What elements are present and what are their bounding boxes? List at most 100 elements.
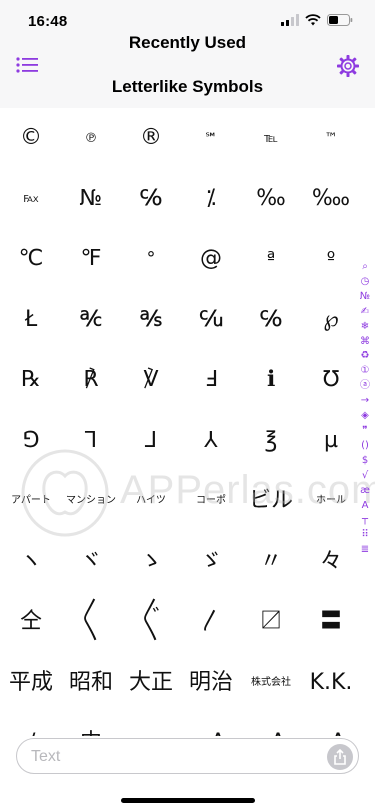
symbol-cell[interactable]: ℡ <box>241 108 301 168</box>
symbol-cell[interactable]: ℃ <box>1 229 61 289</box>
symbol-cell[interactable]: µ <box>301 411 361 471</box>
index-item[interactable]: √ <box>357 469 373 484</box>
header: Recently Used Letterlike Symbols <box>0 28 375 108</box>
symbol-cell[interactable]: ℆ <box>181 290 241 350</box>
category-index-bar[interactable]: ⌕ ◷ № ✍ ❄ ⌘ ♻ ① ⓐ → ◈ ❞() $ √ æ A ┬ ⠿ ≣ <box>357 260 373 558</box>
page-title: Recently Used <box>128 33 247 52</box>
symbol-cell[interactable]: ハイツ <box>121 471 181 531</box>
home-indicator <box>121 798 255 803</box>
index-item[interactable]: ◷ <box>357 275 373 290</box>
symbol-cell[interactable]: ⁒ <box>181 169 241 229</box>
symbol-cell[interactable]: @ <box>181 229 241 289</box>
index-item[interactable]: → <box>357 394 373 409</box>
symbol-cell[interactable]: μA <box>301 713 361 737</box>
symbol-cell[interactable]: ヽ <box>1 532 61 592</box>
symbol-cell[interactable]: ℁ <box>121 290 181 350</box>
index-item[interactable]: ┬ <box>357 513 373 528</box>
text-input[interactable] <box>29 739 323 775</box>
index-item[interactable]: ① <box>357 364 373 379</box>
index-item[interactable]: ⌘ <box>357 335 373 350</box>
symbol-cell[interactable]: ‰ <box>241 169 301 229</box>
symbol-cell[interactable]: ℧ <box>301 350 361 410</box>
signal-icon <box>281 14 299 26</box>
symbol-cell[interactable]: 〳 <box>181 592 241 652</box>
symbol-cell[interactable]: Ⅎ <box>181 350 241 410</box>
symbol-cell[interactable]: 昭和 <box>61 653 121 713</box>
gear-icon <box>337 55 359 77</box>
symbol-cell[interactable]: ℀ <box>61 290 121 350</box>
index-item[interactable]: A <box>357 499 373 514</box>
symbol-cell[interactable]: № <box>61 169 121 229</box>
symbol-cell[interactable]: ホール <box>301 471 361 531</box>
symbol-cell[interactable]: 〃 <box>241 532 301 592</box>
symbol-cell[interactable]: 中 <box>61 713 121 737</box>
symbol-cell[interactable]: ℅ <box>121 169 181 229</box>
index-item[interactable]: ❞ <box>357 424 373 439</box>
index-item[interactable]: ❄ <box>357 320 373 335</box>
text-input-bar <box>16 738 359 775</box>
symbol-cell[interactable]: Ł <box>1 290 61 350</box>
symbol-cell[interactable]: ℟ <box>61 350 121 410</box>
index-item[interactable]: ≣ <box>357 543 373 558</box>
symbol-cell[interactable]: ℻ <box>1 169 61 229</box>
symbol-cell[interactable]: コーポ <box>181 471 241 531</box>
symbol-cell[interactable]: ℉ <box>61 229 121 289</box>
category-title: Letterlike Symbols <box>111 77 264 96</box>
symbol-cell[interactable]: ® <box>121 108 181 168</box>
symbol-cell[interactable]: 〜 <box>121 713 181 737</box>
symbol-grid: © ℗ ® ℠ ℡ ™ ℻ № ℅ ⁒ ‰ ‱ ℃ ℉ ° @ ª º Ł ℀ ℁ ℆ ℅ ℘ ℞ ℟ ℣ Ⅎℹ ℧ ⅁ ⅂ ⅃ ⅄ ℥ µ アパート… <box>0 108 361 737</box>
settings-button[interactable] <box>336 54 360 78</box>
index-item[interactable]: ⠿ <box>357 528 373 543</box>
symbol-cell[interactable]: アパート <box>1 471 61 531</box>
symbol-cell[interactable]: K.K. <box>301 653 361 713</box>
index-item[interactable]: $ <box>357 454 373 469</box>
symbol-cell[interactable]: ⅂ <box>61 411 121 471</box>
symbol-cell[interactable]: pA <box>181 713 241 737</box>
symbol-cell[interactable]: a/c <box>1 713 61 737</box>
symbol-cell[interactable]: 〲 <box>121 592 181 652</box>
symbol-cell[interactable]: © <box>1 108 61 168</box>
symbol-cell[interactable]: ‱ <box>301 169 361 229</box>
symbol-cell[interactable]: 仝 <box>1 592 61 652</box>
symbol-cell[interactable]: 大正 <box>121 653 181 713</box>
index-item[interactable]: ⌕ <box>357 260 373 275</box>
index-item[interactable]: () <box>357 439 373 454</box>
symbol-cell[interactable]: ℘ <box>301 290 361 350</box>
symbol-cell[interactable]: 株式会社 <box>241 653 301 713</box>
symbol-cell[interactable]: ℗ <box>61 108 121 168</box>
symbol-cell[interactable]: ゞ <box>181 532 241 592</box>
symbol-cell[interactable]: 〓 <box>301 592 361 652</box>
symbol-cell[interactable]: ⅁ <box>1 411 61 471</box>
share-button[interactable] <box>327 744 353 770</box>
symbol-cell[interactable]: ™ <box>301 108 361 168</box>
status-icons <box>281 14 353 26</box>
symbol-grid-area[interactable]: © ℗ ® ℠ ℡ ™ ℻ № ℅ ⁒ ‰ ‱ ℃ ℉ ° @ ª º Ł ℀ ℁ ℆ ℅ ℘ ℞ ℟ ℣ Ⅎℹ ℧ ⅁ ⅂ ⅃ ⅄ ℥ µ アパート… <box>0 108 375 737</box>
index-item[interactable]: № <box>357 290 373 305</box>
index-item[interactable]: æ <box>357 484 373 499</box>
symbol-cell[interactable]: ℅ <box>241 290 301 350</box>
symbol-cell[interactable]: 〼 <box>241 592 301 652</box>
index-item[interactable]: ⓐ <box>357 379 373 394</box>
symbol-cell[interactable]: マンション <box>61 471 121 531</box>
symbol-cell[interactable]: ℞ <box>1 350 61 410</box>
share-icon <box>334 749 346 765</box>
battery-icon <box>327 14 353 26</box>
symbol-cell[interactable]: ℥ <box>241 411 301 471</box>
symbol-cell[interactable]: ⅃ <box>121 411 181 471</box>
symbol-cell[interactable]: 平成 <box>1 653 61 713</box>
category-list-button[interactable] <box>16 56 38 76</box>
symbol-cell[interactable]: ヾ <box>61 532 121 592</box>
symbol-cell[interactable]: nA <box>241 713 301 737</box>
symbol-cell[interactable]: 々 <box>301 532 361 592</box>
symbol-cell[interactable]: 明治 <box>181 653 241 713</box>
index-item[interactable]: ✍ <box>357 305 373 320</box>
symbol-cell[interactable]: ℠ <box>181 108 241 168</box>
symbol-cell[interactable]: ℹ <box>241 350 301 410</box>
symbol-cell[interactable]: ⅄ <box>181 411 241 471</box>
symbol-cell[interactable]: 〱 <box>61 592 121 652</box>
symbol-cell[interactable]: ℣ <box>121 350 181 410</box>
symbol-cell[interactable]: ゝ <box>121 532 181 592</box>
index-item[interactable]: ♻ <box>357 349 373 364</box>
index-item[interactable]: ◈ <box>357 409 373 424</box>
symbol-cell[interactable]: ビル <box>241 471 301 531</box>
